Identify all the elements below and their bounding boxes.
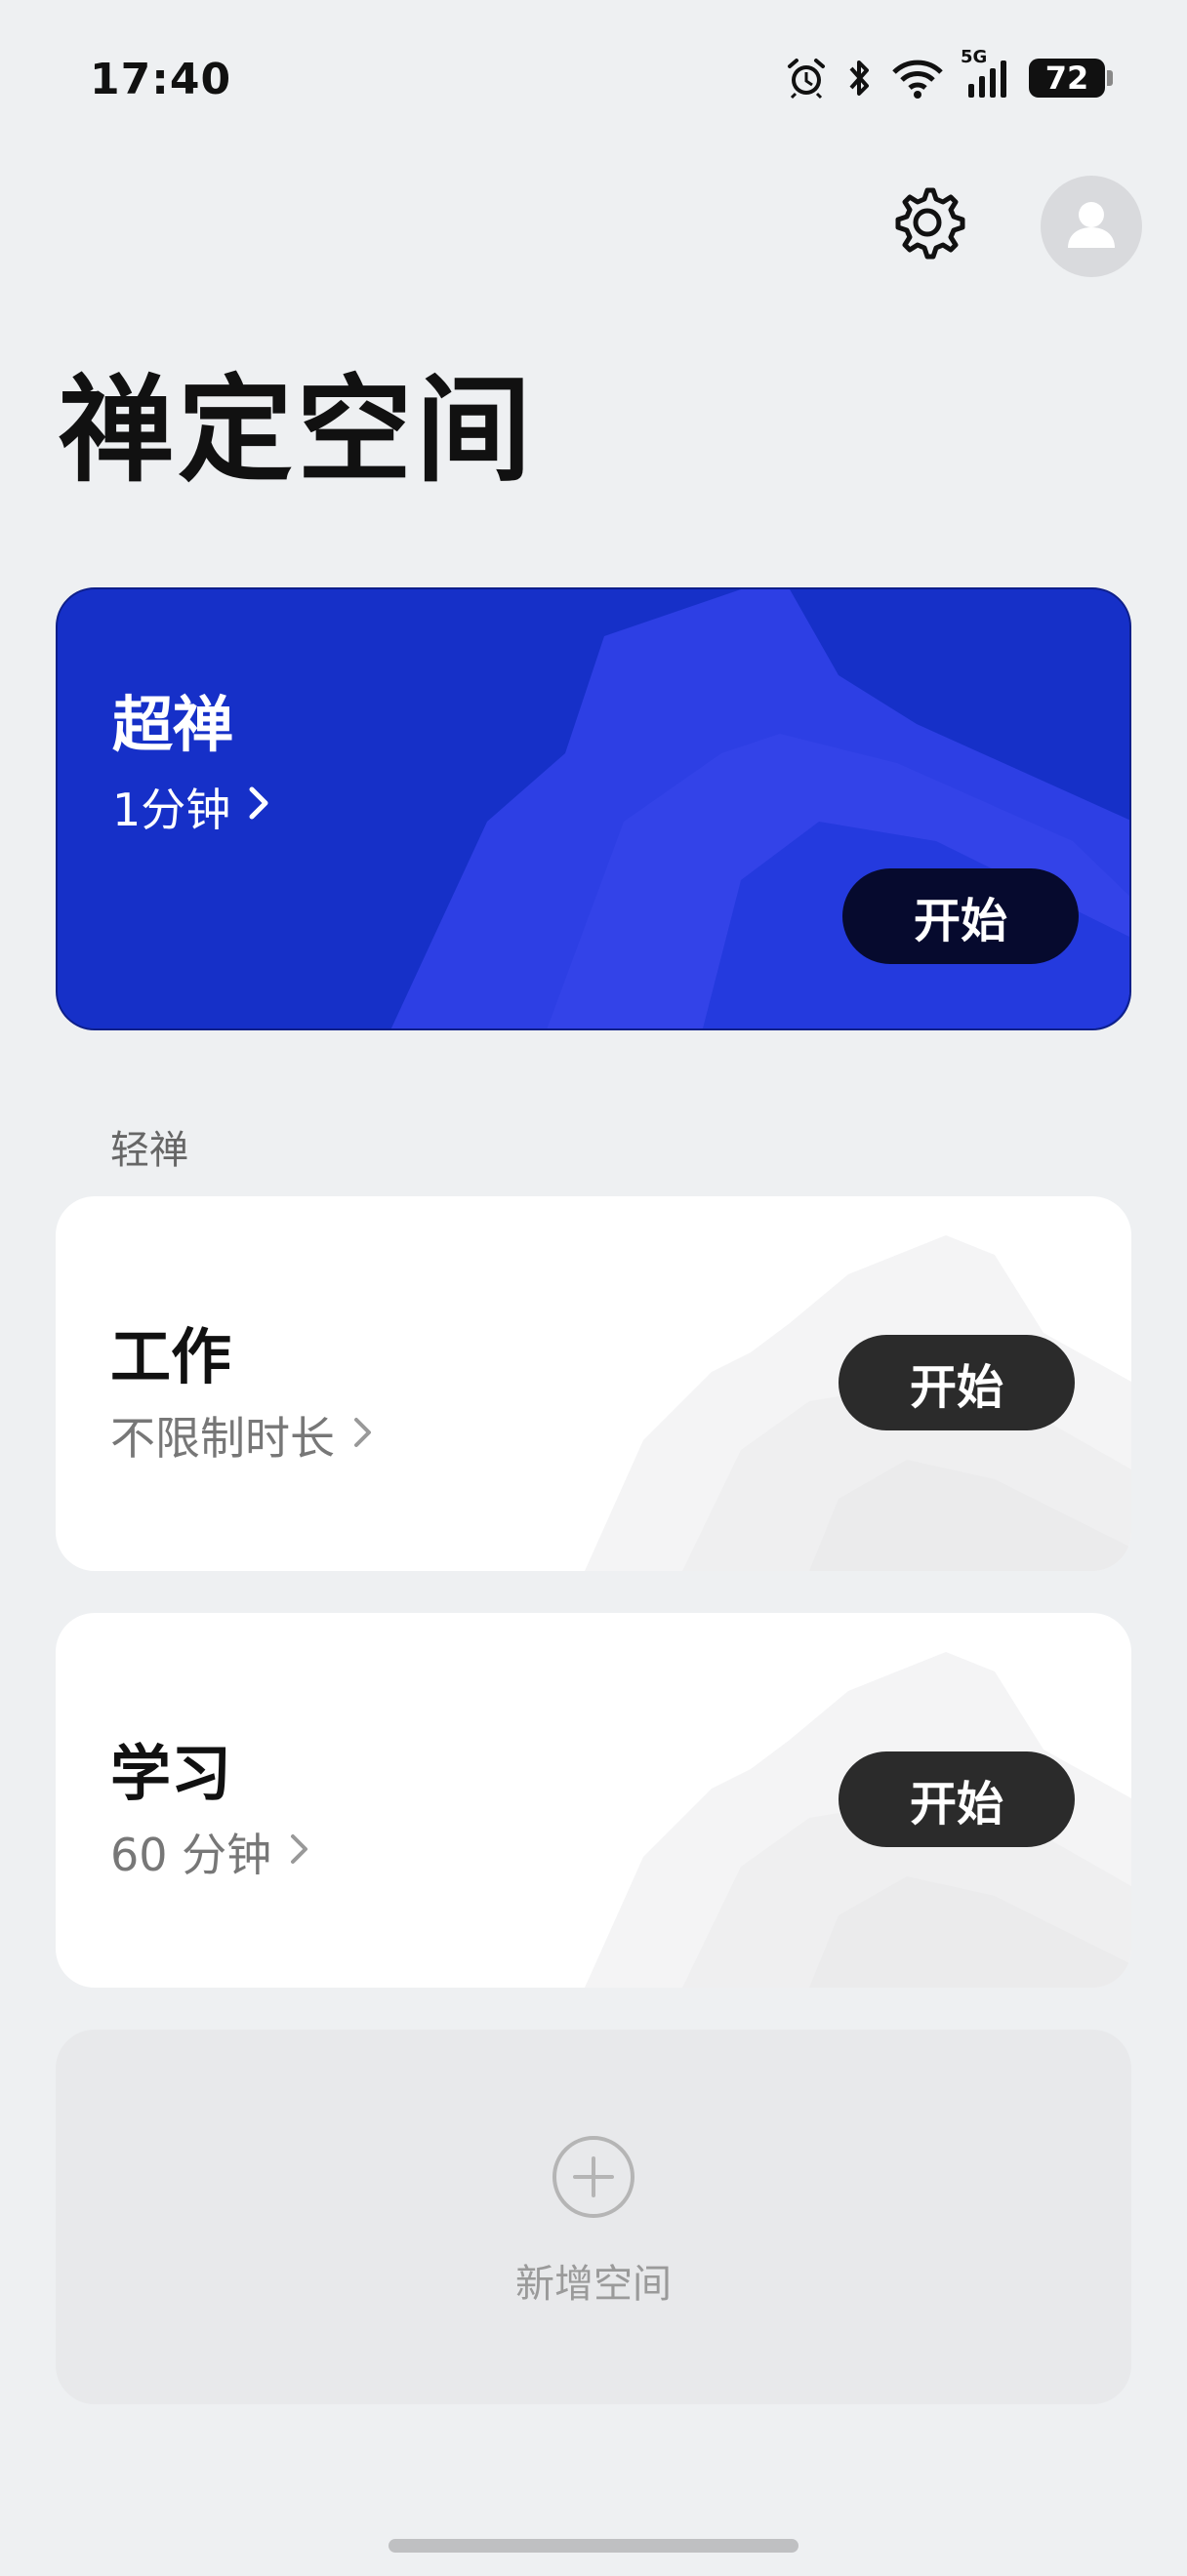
chevron-right-icon	[248, 781, 271, 833]
signal-icon: 5G	[961, 47, 1011, 100]
space-card-work[interactable]: 工作 不限制时长 开始	[56, 1196, 1131, 1571]
status-time: 17:40	[90, 55, 232, 104]
study-duration-label: 60 分钟	[110, 1829, 272, 1881]
avatar-icon	[1068, 202, 1115, 248]
chevron-right-icon	[289, 1826, 310, 1878]
hero-duration[interactable]: 1分钟	[112, 775, 271, 839]
wifi-icon	[890, 57, 945, 100]
hero-duration-label: 1分钟	[112, 784, 231, 836]
study-duration[interactable]: 60 分钟	[110, 1820, 310, 1884]
work-duration[interactable]: 不限制时长	[110, 1403, 374, 1468]
hero-title: 超禅	[112, 689, 234, 760]
hero-card-super-zen[interactable]: 超禅 1分钟 开始	[56, 587, 1131, 1030]
add-space-card[interactable]: 新增空间	[56, 2030, 1131, 2404]
bluetooth-icon	[845, 57, 873, 100]
gear-icon	[889, 184, 965, 264]
plus-circle-icon	[553, 2136, 634, 2218]
network-label: 5G	[961, 47, 988, 67]
hero-start-button[interactable]: 开始	[842, 868, 1079, 964]
work-title: 工作	[110, 1321, 232, 1392]
section-label: 轻禅	[110, 1128, 188, 1173]
settings-button[interactable]	[884, 181, 970, 267]
study-start-button[interactable]: 开始	[839, 1751, 1075, 1847]
status-icons: 5G 72	[785, 47, 1113, 100]
avatar[interactable]	[1041, 176, 1142, 277]
battery-icon: 72	[1029, 59, 1113, 98]
study-title: 学习	[110, 1738, 232, 1809]
add-space-label: 新增空间	[515, 2262, 672, 2307]
page-title: 禅定空间	[59, 363, 536, 498]
chevron-right-icon	[352, 1409, 374, 1462]
status-bar: 17:40 5G 72	[0, 0, 1187, 156]
work-duration-label: 不限制时长	[110, 1412, 335, 1465]
space-card-study[interactable]: 学习 60 分钟 开始	[56, 1613, 1131, 1988]
alarm-icon	[785, 57, 828, 100]
work-start-button[interactable]: 开始	[839, 1335, 1075, 1430]
home-indicator[interactable]	[389, 2539, 798, 2553]
